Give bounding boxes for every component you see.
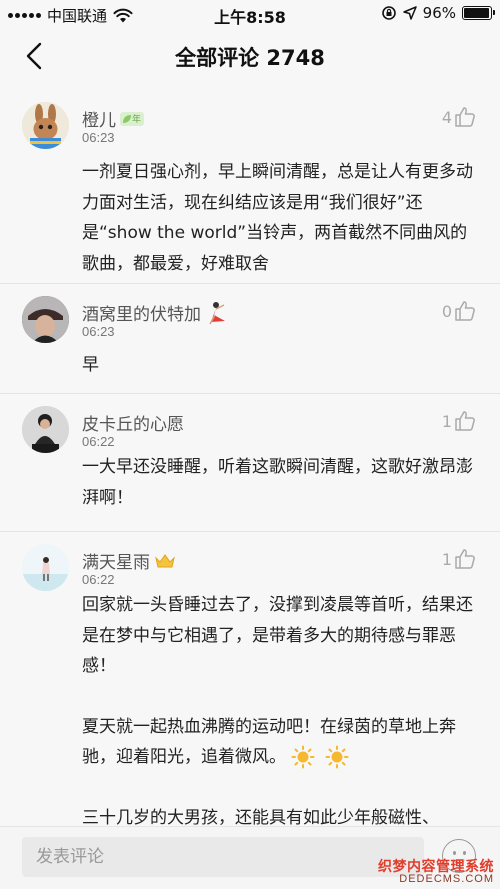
nav-bar: 全部评论 2748 bbox=[0, 28, 500, 86]
battery-percent: 96% bbox=[422, 4, 456, 22]
comment-item: 满天星雨 06:22 1 回家就一头昏睡过去了，没撑到凌晨等首听，结果还是在梦中… bbox=[0, 532, 500, 826]
comment-paragraph: 回家就一头昏睡过去了，没撑到凌晨等首听，结果还是在梦中与它相遇了，是带着多大的期… bbox=[82, 595, 473, 676]
like-button[interactable]: 1 bbox=[442, 410, 476, 432]
badge-text: 年 bbox=[132, 115, 142, 125]
sun-emoji-icon bbox=[291, 745, 315, 769]
like-button[interactable]: 0 bbox=[442, 300, 476, 322]
status-right: 96% bbox=[381, 4, 495, 22]
thumbs-up-icon bbox=[455, 301, 475, 321]
comment-text: 一大早还没睡醒，听着这歌瞬间清醒，这歌好激昂澎湃啊！ bbox=[82, 457, 473, 508]
comment-text: 一剂夏日强心剂，早上瞬间清醒，总是让人有更多动力面对生活，现在纠结应该是用“我们… bbox=[82, 162, 473, 274]
like-button[interactable]: 1 bbox=[442, 548, 476, 570]
comment-time: 06:23 bbox=[82, 130, 115, 145]
avatar[interactable] bbox=[22, 296, 69, 343]
location-arrow-icon bbox=[402, 6, 417, 20]
comment-paragraph: 三十几岁的大男孩，还能具有如此少年般磁性、 bbox=[82, 807, 439, 827]
watermark-cn: 织梦内容管理系统 bbox=[378, 859, 494, 875]
thumbs-up-icon bbox=[455, 107, 475, 127]
username-text: 酒窝里的伏特加 bbox=[82, 305, 201, 325]
comment-item: 酒窝里的伏特加 06:23 0 早 bbox=[0, 284, 500, 394]
username-text: 满天星雨 bbox=[82, 553, 150, 573]
dancer-emoji-icon bbox=[209, 301, 225, 324]
avatar-image bbox=[22, 544, 69, 591]
avatar-image bbox=[22, 296, 69, 343]
comment-item: 橙儿 年 06:23 4 一剂夏日强心剂，早上瞬间清醒，总是让人有更多动力面对生… bbox=[0, 86, 500, 284]
comment-text: 早 bbox=[82, 355, 99, 375]
thumbs-up-icon bbox=[455, 549, 475, 569]
comment-time: 06:22 bbox=[82, 434, 115, 449]
watermark: 织梦内容管理系统 DEDECMS.COM bbox=[378, 860, 494, 885]
like-count: 4 bbox=[441, 107, 452, 127]
thumbs-up-icon bbox=[455, 411, 475, 431]
leaf-icon bbox=[123, 114, 131, 123]
member-badge: 年 bbox=[120, 111, 145, 126]
watermark-en: DEDECMS.COM bbox=[399, 873, 494, 885]
comment-username[interactable]: 橙儿 年 bbox=[82, 106, 145, 131]
like-button[interactable]: 4 bbox=[442, 106, 476, 128]
emoji-eye bbox=[453, 851, 456, 855]
comment-item: 皮卡丘的心愿 06:22 1 一大早还没睡醒，听着这歌瞬间清醒，这歌好激昂澎湃啊… bbox=[0, 394, 500, 532]
avatar-image bbox=[22, 102, 69, 149]
avatar-image bbox=[22, 406, 69, 453]
like-count: 0 bbox=[441, 301, 452, 321]
like-count: 1 bbox=[441, 411, 452, 431]
page-title: 全部评论 2748 bbox=[175, 46, 325, 70]
status-bar: 中国联通 上午8:58 96% bbox=[0, 0, 500, 28]
comment-username[interactable]: 皮卡丘的心愿 bbox=[82, 410, 184, 435]
comment-time: 06:23 bbox=[82, 324, 115, 339]
comment-body: 回家就一头昏睡过去了，没撑到凌晨等首听，结果还是在梦中与它相遇了，是带着多大的期… bbox=[82, 590, 474, 826]
comment-username[interactable]: 满天星雨 bbox=[82, 548, 176, 573]
emoji-eye bbox=[463, 851, 466, 855]
comment-input-bar: 织梦内容管理系统 DEDECMS.COM bbox=[0, 826, 500, 889]
paragraph-text: 夏天就一起热血沸腾的运动吧！在绿茵的草地上奔驰，迎着阳光，追着微风。 bbox=[82, 716, 456, 768]
comment-username[interactable]: 酒窝里的伏特加 bbox=[82, 300, 231, 325]
avatar[interactable] bbox=[22, 544, 69, 591]
comment-time: 06:22 bbox=[82, 572, 115, 587]
orientation-lock-icon bbox=[381, 6, 396, 20]
comment-paragraph: 夏天就一起热血沸腾的运动吧！在绿茵的草地上奔驰，迎着阳光，追着微风。 bbox=[82, 712, 474, 773]
username-text: 橙儿 bbox=[82, 111, 116, 131]
comment-input[interactable] bbox=[22, 837, 424, 877]
username-text: 皮卡丘的心愿 bbox=[82, 415, 184, 435]
battery-icon bbox=[462, 6, 495, 20]
like-count: 1 bbox=[441, 549, 452, 569]
crown-emoji-icon bbox=[155, 553, 175, 567]
sun-emoji-icon bbox=[325, 745, 349, 769]
comment-list[interactable]: 橙儿 年 06:23 4 一剂夏日强心剂，早上瞬间清醒，总是让人有更多动力面对生… bbox=[0, 86, 500, 826]
avatar[interactable] bbox=[22, 102, 69, 149]
avatar[interactable] bbox=[22, 406, 69, 453]
